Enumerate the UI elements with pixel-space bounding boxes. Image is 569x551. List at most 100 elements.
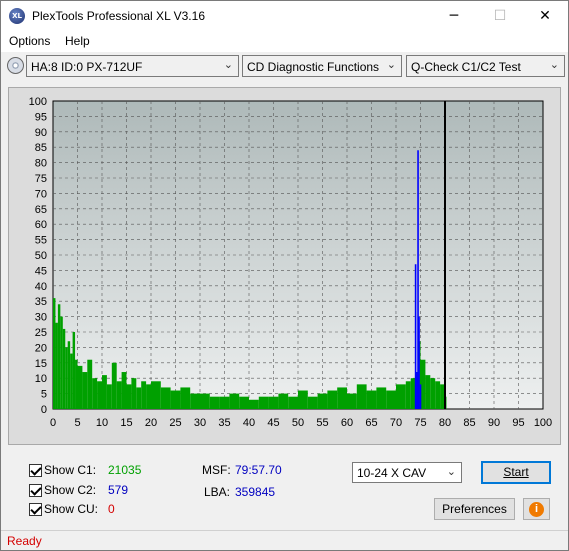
- c1-bar: [146, 384, 151, 409]
- c1-bar: [356, 384, 367, 409]
- c1-bar: [106, 384, 112, 409]
- c2-bar: [419, 384, 422, 409]
- chevron-down-icon: ⌄: [223, 58, 233, 71]
- x-tick-label: 15: [120, 417, 132, 429]
- c1-c2-chart: 0510152025303540455055606570758085909510…: [29, 96, 553, 429]
- y-tick-label: 0: [41, 404, 47, 416]
- start-button-label: Start: [503, 465, 529, 479]
- function-select-value: CD Diagnostic Functions: [247, 60, 380, 74]
- c1-bar: [60, 316, 63, 409]
- c2-bar: [414, 264, 417, 409]
- c1-bar: [278, 393, 289, 409]
- c1-bar: [53, 298, 56, 409]
- show-cu-checkbox[interactable]: [29, 503, 42, 516]
- msf-label: MSF:: [202, 463, 231, 477]
- function-select[interactable]: CD Diagnostic Functions ⌄: [242, 55, 402, 77]
- y-tick-label: 40: [35, 281, 47, 293]
- c1-bar: [317, 393, 328, 409]
- y-tick-label: 95: [35, 111, 47, 123]
- c1-bar: [405, 381, 411, 409]
- close-button[interactable]: ✕: [522, 1, 568, 31]
- c1-bar: [82, 372, 88, 409]
- menu-help[interactable]: Help: [65, 34, 90, 48]
- y-tick-label: 30: [35, 312, 47, 324]
- x-tick-label: 95: [512, 417, 524, 429]
- y-tick-label: 20: [35, 342, 47, 354]
- c1-bar: [77, 365, 83, 409]
- c2-count: 579: [108, 483, 129, 497]
- y-tick-label: 15: [35, 358, 47, 370]
- c1-bar: [170, 390, 181, 409]
- c1-bar: [249, 399, 259, 409]
- test-select[interactable]: Q-Check C1/C2 Test ⌄: [406, 55, 565, 77]
- c1-bar: [366, 390, 377, 409]
- y-tick-label: 65: [35, 204, 47, 216]
- show-c1-label: Show C1:: [44, 463, 97, 477]
- c1-bar: [327, 390, 338, 409]
- c1-bar: [55, 322, 58, 409]
- c1-bar: [425, 375, 431, 409]
- y-tick-label: 35: [35, 296, 47, 308]
- x-tick-label: 90: [488, 417, 500, 429]
- y-tick-label: 50: [35, 250, 47, 262]
- window-title: PlexTools Professional XL V3.16: [32, 9, 205, 23]
- c1-bar: [209, 396, 220, 409]
- y-tick-label: 10: [35, 373, 47, 385]
- x-tick-label: 65: [365, 417, 377, 429]
- x-tick-label: 55: [316, 417, 328, 429]
- x-tick-label: 5: [74, 417, 80, 429]
- show-c1-checkbox[interactable]: [29, 464, 42, 477]
- minimize-button[interactable]: ─: [431, 1, 477, 31]
- x-tick-label: 75: [414, 417, 426, 429]
- c1-bar: [219, 396, 230, 409]
- c1-bar: [376, 387, 387, 409]
- info-icon: i: [529, 502, 544, 517]
- cd-drive-icon[interactable]: [7, 57, 24, 74]
- x-tick-label: 20: [145, 417, 157, 429]
- lba-value: 359845: [235, 485, 276, 499]
- y-tick-label: 5: [41, 389, 47, 401]
- title-bar: XL PlexTools Professional XL V3.16 ─ ☐ ✕: [1, 1, 568, 31]
- chart-panel: 0 5 10 15 20 25 30 35 40 45 50 55 60 65 70 75 80 85 90 95 10…: [8, 87, 561, 445]
- c1-bar: [75, 359, 78, 409]
- x-tick-label: 30: [194, 417, 206, 429]
- c1-bar: [102, 375, 107, 409]
- c1-bar: [87, 359, 93, 409]
- c2-bar: [418, 316, 420, 409]
- info-button[interactable]: i: [523, 498, 550, 520]
- c1-bar: [70, 353, 73, 409]
- show-c2-label: Show C2:: [44, 483, 97, 497]
- c1-bar: [268, 396, 279, 409]
- lba-label: LBA:: [204, 485, 231, 499]
- c1-bar: [121, 372, 127, 409]
- speed-select[interactable]: 10-24 X CAV ⌄: [352, 462, 462, 483]
- chevron-down-icon: ⌄: [549, 58, 559, 71]
- x-tick-label: 45: [267, 417, 279, 429]
- c1-count: 21035: [108, 463, 142, 477]
- maximize-button[interactable]: ☐: [477, 1, 523, 31]
- chevron-down-icon: ⌄: [446, 465, 456, 478]
- c1-bar: [396, 384, 406, 409]
- menu-options[interactable]: Options: [9, 34, 50, 48]
- y-tick-label: 90: [35, 127, 47, 139]
- c1-bar: [151, 381, 161, 409]
- c1-bar: [435, 381, 441, 409]
- x-tick-label: 100: [534, 417, 552, 429]
- test-select-value: Q-Check C1/C2 Test: [411, 60, 521, 74]
- c1-bar: [111, 362, 117, 409]
- drive-select[interactable]: HA:8 ID:0 PX-712UF ⌄: [26, 55, 239, 77]
- x-tick-label: 10: [96, 417, 108, 429]
- c1-bar: [160, 387, 171, 409]
- c1-bar: [288, 396, 298, 409]
- y-tick-label: 25: [35, 327, 47, 339]
- preferences-button[interactable]: Preferences: [434, 498, 515, 520]
- c1-bar: [347, 393, 357, 409]
- y-tick-label: 100: [29, 96, 47, 108]
- start-button[interactable]: Start: [481, 461, 551, 484]
- show-c2-checkbox[interactable]: [29, 484, 42, 497]
- y-tick-label: 85: [35, 142, 47, 154]
- x-tick-label: 35: [218, 417, 230, 429]
- c1-bar: [62, 328, 66, 409]
- y-tick-label: 80: [35, 158, 47, 170]
- c1-bar: [307, 396, 318, 409]
